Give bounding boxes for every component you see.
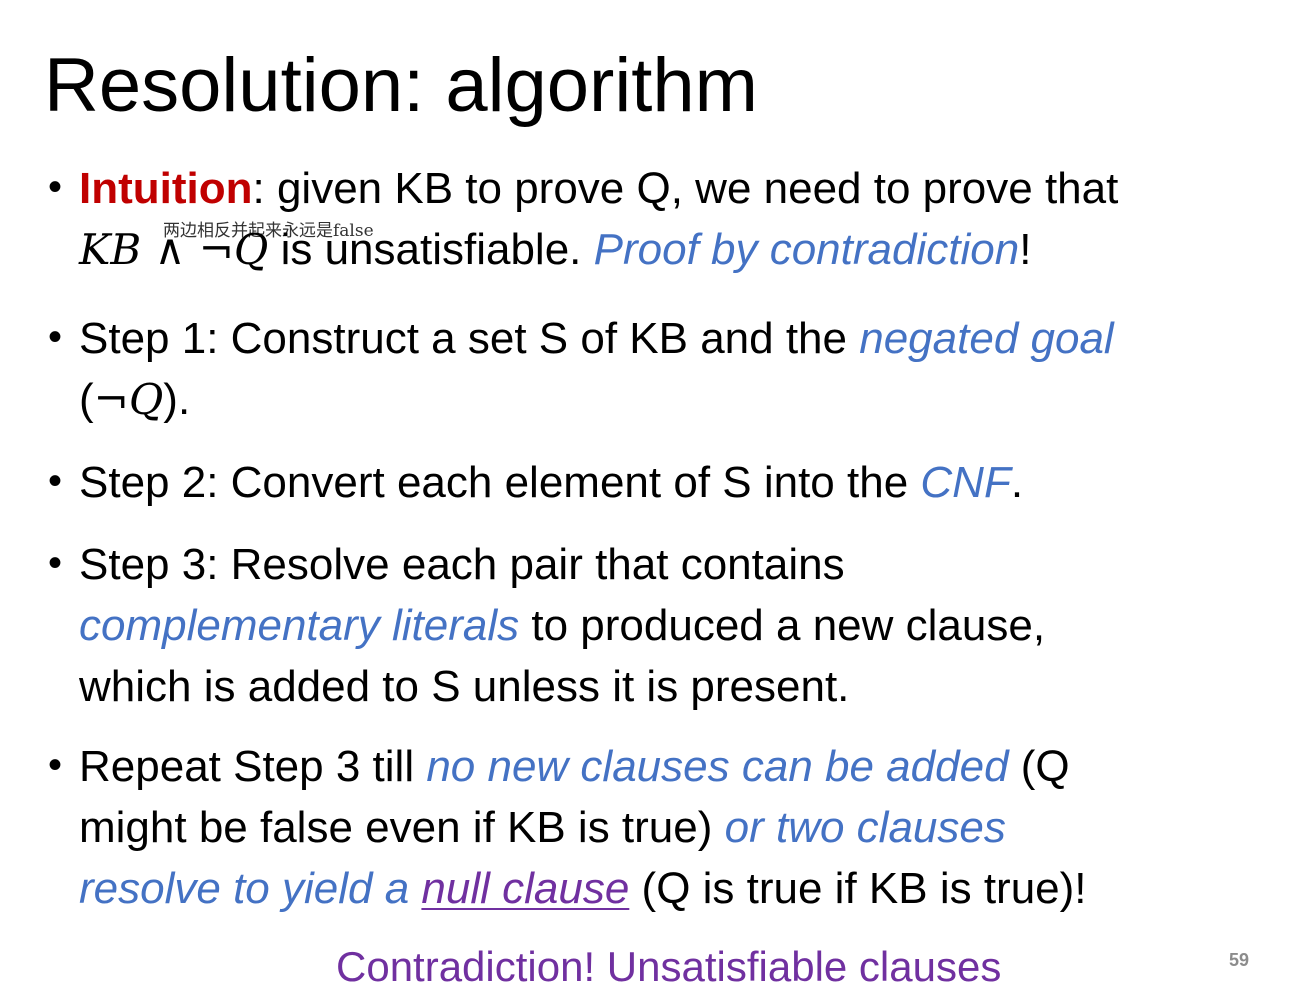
paren-open: ( [79, 375, 94, 424]
intuition-text: : given KB to prove Q, we need to prove … [252, 164, 1119, 213]
repeat-q-open: (Q [1008, 742, 1070, 791]
footer-note: Contradiction! Unsatisfiable clauses [336, 943, 1002, 990]
step3-line3: which is added to S unless it is present… [79, 662, 850, 711]
repeat-text: Repeat Step 3 till [79, 742, 427, 791]
math-not: ¬ [93, 375, 129, 424]
math-and: ∧ [141, 225, 199, 274]
unsatisfiable-text: is unsatisfiable. [268, 225, 594, 274]
null-clause: null clause [421, 864, 630, 913]
negated-goal: negated goal [859, 314, 1114, 363]
repeat-line3: (Q is true if KB is true)! [629, 864, 1087, 913]
math-q: Q [128, 375, 164, 424]
bullet-dot-icon: • [48, 541, 63, 585]
bullet-intuition: • Intuition: given KB to prove Q, we nee… [48, 158, 1283, 288]
no-new-clauses: no new clauses can be added [426, 742, 1009, 791]
proof-by-contradiction: Proof by contradiction [593, 225, 1020, 274]
step3-line1: Step 3: Resolve each pair that contains [79, 540, 845, 589]
step2-period: . [1010, 458, 1024, 507]
repeat-line2: might be false even if KB is true) [79, 803, 725, 852]
cnf-term: CNF [920, 458, 1011, 507]
math-not-q: ¬Q [94, 375, 164, 424]
intuition-term: Intuition [79, 164, 253, 213]
bullet-dot-icon: • [48, 165, 63, 209]
bullet-list: • Intuition: given KB to prove Q, we nee… [48, 158, 1283, 918]
math-not: ¬ [198, 225, 234, 274]
exclamation: ! [1019, 225, 1032, 274]
or-two-clauses: or two clauses [724, 803, 1006, 852]
bullet-step-3: • Step 3: Resolve each pair that contain… [48, 534, 1283, 716]
bullet-dot-icon: • [48, 315, 63, 359]
bullet-step-2: • Step 2: Convert each element of S into… [48, 452, 1283, 512]
resolve-to-yield: resolve to yield a [79, 864, 422, 913]
bullet-step-1: • Step 1: Construct a set S of KB and th… [48, 308, 1283, 430]
math-q: Q [233, 225, 269, 274]
bullet-dot-icon: • [48, 743, 63, 787]
step1-text: Step 1: Construct a set S of KB and the [79, 314, 860, 363]
paren-close: ). [163, 375, 191, 424]
math-kb-and-not-q: KB ∧ ¬Q [79, 225, 268, 274]
step3-line2: to produced a new clause, [519, 601, 1046, 650]
bullet-dot-icon: • [48, 459, 63, 503]
bullet-repeat: • Repeat Step 3 till no new clauses can … [48, 736, 1283, 918]
complementary-literals: complementary literals [79, 601, 520, 650]
math-kb: KB [79, 225, 142, 274]
page-number: 59 [1229, 950, 1250, 970]
slide-title: Resolution: algorithm [44, 43, 758, 128]
step2-text: Step 2: Convert each element of S into t… [79, 458, 921, 507]
